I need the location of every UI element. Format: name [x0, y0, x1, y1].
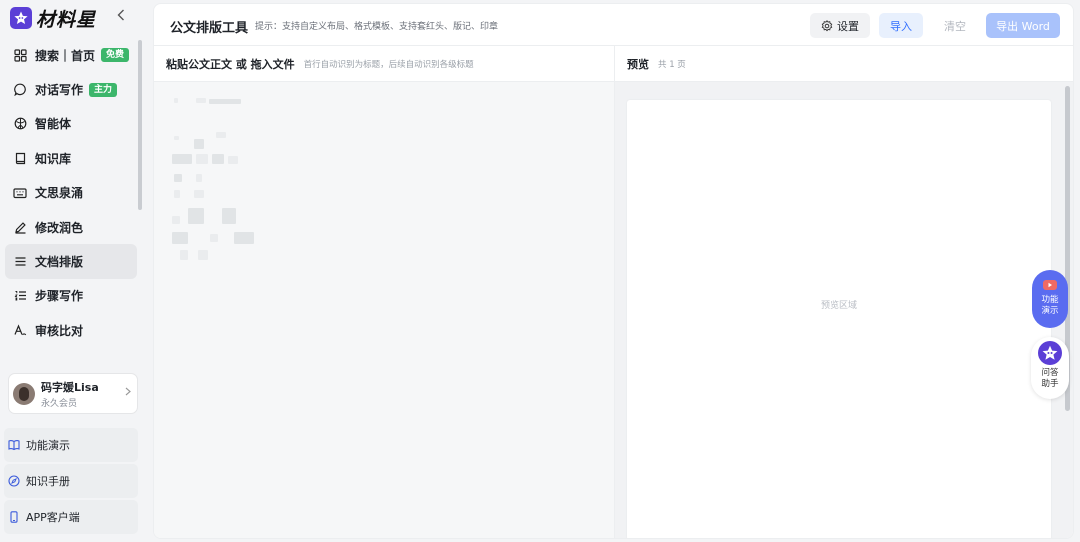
editor-header: 粘贴公文正文 或 拖入文件 首行自动识别为标题，后续自动识别各级标题 — [154, 46, 614, 82]
sidebar-item-label: 步骤写作 — [35, 289, 84, 304]
sidebar-item-chat-writing[interactable]: 对话写作 主力 — [5, 72, 137, 106]
sidebar-nav: 搜索｜首页 免费 对话写作 主力 智能体 知识库 文思泉涌 修改润色 文档排版 … — [5, 38, 137, 348]
import-button[interactable]: 导入 — [879, 13, 923, 38]
editor-subtitle: 首行自动识别为标题，后续自动识别各级标题 — [303, 59, 474, 70]
qa-assistant-float-button[interactable]: 问答 助手 — [1031, 337, 1069, 399]
page-count: 共 1 页 — [658, 59, 686, 70]
sidebar-item-label: 文思泉涌 — [35, 186, 84, 201]
star-mascot-icon — [1038, 341, 1062, 365]
preview-header: 预览 共 1 页 — [615, 46, 1073, 82]
preview-empty-text: 预览区域 — [820, 301, 857, 311]
page-title: 公文排版工具 — [170, 21, 249, 36]
sidebar-item-search-home[interactable]: 搜索｜首页 免费 — [5, 38, 137, 72]
feature-demo-float-button[interactable]: 功能 演示 — [1032, 270, 1068, 328]
sidebar-item-label: 对话写作 — [35, 83, 84, 98]
link-app-client[interactable]: APP客户端 — [4, 500, 138, 534]
link-knowledge-manual[interactable]: 知识手册 — [4, 464, 138, 498]
sidebar-item-label: 审核比对 — [35, 323, 84, 338]
sidebar-item-inspiration[interactable]: 文思泉涌 — [5, 176, 137, 210]
user-profile-card[interactable]: 码字媛Lisa 永久会员 — [8, 373, 138, 414]
sidebar-item-agents[interactable]: 智能体 — [5, 107, 137, 141]
help-label-line2: 助手 — [1041, 379, 1059, 389]
sidebar-item-label: 智能体 — [35, 117, 72, 132]
keyboard-icon — [13, 186, 27, 200]
sidebar-item-label: 知识库 — [35, 151, 72, 166]
chevron-right-icon — [125, 386, 131, 399]
membership-level: 永久会员 — [41, 398, 78, 409]
sidebar-item-label: 修改润色 — [35, 220, 84, 235]
export-word-button[interactable]: 导出 Word — [986, 13, 1060, 38]
sidebar-bottom-links: 功能演示 知识手册 APP客户端 — [4, 428, 138, 536]
user-name: 码字媛Lisa — [41, 380, 99, 394]
sidebar-item-label: 搜索｜首页 — [35, 48, 96, 63]
grid-icon — [13, 48, 27, 62]
document-text-input[interactable] — [154, 82, 614, 538]
pen-icon — [13, 220, 27, 234]
sidebar-item-label: 文档排版 — [35, 255, 84, 270]
free-badge: 免费 — [101, 48, 130, 63]
main-badge: 主力 — [89, 82, 118, 97]
sidebar-item-doc-format[interactable]: 文档排版 — [5, 244, 137, 279]
chat-bubble-icon — [13, 83, 27, 97]
text-compare-icon — [13, 323, 27, 337]
link-feature-demo[interactable]: 功能演示 — [4, 428, 138, 462]
avatar — [13, 382, 35, 405]
lines-icon — [13, 255, 27, 269]
demo-label-line2: 演示 — [1041, 306, 1059, 316]
settings-label: 设置 — [837, 19, 859, 33]
chevron-left-icon — [117, 9, 124, 21]
open-book-icon — [8, 439, 20, 451]
book-icon — [13, 151, 27, 165]
gear-icon — [821, 19, 833, 31]
sidebar: 材料星 搜索｜首页 免费 对话写作 主力 智能体 知识库 文思泉涌 修改润色 文… — [0, 0, 146, 542]
video-play-icon — [1043, 280, 1057, 290]
app-name: 材料星 — [36, 8, 97, 31]
sidebar-scrollbar[interactable] — [138, 40, 142, 210]
clear-button[interactable]: 清空 — [933, 13, 977, 38]
sidebar-item-review-compare[interactable]: 审核比对 — [5, 313, 137, 347]
phone-icon — [8, 511, 20, 523]
demo-label-line1: 功能 — [1041, 295, 1059, 305]
bottom-link-label: APP客户端 — [26, 511, 80, 524]
preview-title: 预览 — [627, 57, 649, 71]
numbered-list-icon — [13, 289, 27, 303]
star-logo-icon — [10, 7, 32, 29]
bottom-link-label: 知识手册 — [26, 475, 70, 488]
collapse-sidebar-button[interactable] — [114, 9, 128, 25]
preview-page: 预览区域 — [627, 100, 1051, 538]
app-logo[interactable]: 材料星 — [10, 6, 97, 31]
sidebar-item-polish[interactable]: 修改润色 — [5, 210, 137, 244]
tool-hint: 提示：支持自定义布局、格式模板、支持套红头、版记、印章 — [255, 22, 499, 32]
bottom-link-label: 功能演示 — [26, 439, 70, 452]
main-panel: 公文排版工具 提示：支持自定义布局、格式模板、支持套红头、版记、印章 设置 导入… — [153, 3, 1074, 539]
sidebar-item-step-writing[interactable]: 步骤写作 — [5, 279, 137, 313]
toolbar: 公文排版工具 提示：支持自定义布局、格式模板、支持套红头、版记、印章 设置 导入… — [154, 4, 1073, 46]
compass-icon — [8, 475, 20, 487]
help-label-line1: 问答 — [1041, 368, 1059, 378]
sidebar-item-knowledge-base[interactable]: 知识库 — [5, 141, 137, 175]
settings-button[interactable]: 设置 — [810, 13, 870, 38]
editor-title: 粘贴公文正文 或 拖入文件 — [166, 57, 295, 71]
globe-icon — [13, 117, 27, 131]
